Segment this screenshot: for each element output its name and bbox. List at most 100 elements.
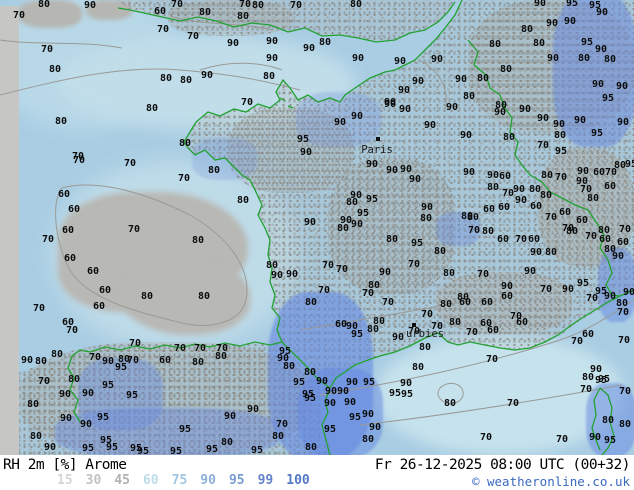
humidity-value-label: 60: [483, 205, 495, 215]
humidity-value-label: 95: [577, 279, 589, 289]
humidity-value-label: 80: [35, 357, 47, 367]
humidity-value-label: 95: [179, 425, 191, 435]
humidity-value-label: 90: [398, 86, 410, 96]
humidity-value-label: 90: [487, 171, 499, 181]
humidity-value-label: 60: [497, 235, 509, 245]
humidity-value-label: 90: [300, 148, 312, 158]
humidity-value-label: 80: [367, 325, 379, 335]
humidity-value-label: 90: [334, 118, 346, 128]
humidity-value-label: 70: [382, 298, 394, 308]
humidity-value-label: 95: [324, 425, 336, 435]
humidity-value-label: 80: [540, 191, 552, 201]
city-marker: [376, 137, 380, 141]
humidity-value-label: 80: [160, 74, 172, 84]
humidity-value-label: 90: [574, 116, 586, 126]
city-label: Paris: [361, 145, 393, 156]
humidity-value-label: 90: [421, 203, 433, 213]
humidity-value-label: 90: [227, 39, 239, 49]
humidity-value-label: 60: [58, 190, 70, 200]
humidity-value-label: 60: [530, 202, 542, 212]
humidity-value-label: 90: [325, 387, 337, 397]
humidity-value-label: 60: [604, 182, 616, 192]
humidity-value-label: 90: [59, 390, 71, 400]
humidity-value-label: 60: [62, 226, 74, 236]
humidity-value-label: 60: [487, 326, 499, 336]
humidity-value-label: 90: [80, 420, 92, 430]
humidity-value-label: 70: [73, 156, 85, 166]
humidity-value-label: 70: [507, 399, 519, 409]
humidity-value-label: 70: [33, 304, 45, 314]
humidity-value-label: 90: [534, 0, 546, 9]
humidity-value-label: 70: [477, 270, 489, 280]
humidity-value-label: 80: [533, 39, 545, 49]
humidity-value-label: 80: [619, 420, 631, 430]
humidity-value-label: 90: [617, 118, 629, 128]
humidity-value-label: 70: [66, 326, 78, 336]
humidity-value-label: 70: [174, 344, 186, 354]
humidity-value-label: 70: [290, 1, 302, 11]
humidity-value-label: 80: [482, 227, 494, 237]
humidity-value-label: 70: [580, 385, 592, 395]
humidity-value-label: 90: [399, 105, 411, 115]
humidity-value-label: 80: [192, 236, 204, 246]
humidity-value-label: 80: [27, 400, 39, 410]
humidity-value-label: 90: [589, 433, 601, 443]
humidity-value-label: 80: [487, 183, 499, 193]
humidity-value-label: 80: [350, 0, 362, 10]
humidity-value-label: 80: [49, 65, 61, 75]
humidity-value-label: 60: [582, 330, 594, 340]
humidity-value-label: 80: [587, 194, 599, 204]
humidity-value-label: 90: [386, 166, 398, 176]
humidity-value-label: 90: [612, 252, 624, 262]
legend-value: 30: [86, 474, 102, 487]
humidity-value-label: 95: [389, 389, 401, 399]
legend-value: 100: [286, 474, 309, 487]
humidity-value-label: 70: [619, 225, 631, 235]
humidity-value-label: 60: [498, 203, 510, 213]
humidity-value-label: 60: [459, 298, 471, 308]
humidity-value-label: 90: [247, 405, 259, 415]
humidity-value-label: 70: [13, 11, 25, 21]
humidity-value-label: 90: [60, 414, 72, 424]
humidity-value-label: 90: [455, 75, 467, 85]
humidity-value-label: 90: [392, 333, 404, 343]
humidity-value-label: 90: [412, 77, 424, 87]
humidity-value-label: 90: [596, 8, 608, 18]
humidity-value-label: 80: [221, 438, 233, 448]
humidity-value-label: 60: [528, 235, 540, 245]
humidity-value-label: 90: [379, 268, 391, 278]
humidity-value-label: 70: [586, 294, 598, 304]
humidity-value-label: 70: [336, 265, 348, 275]
humidity-value-label: 80: [305, 443, 317, 453]
humidity-value-label: 90: [513, 185, 525, 195]
humidity-value-label: 70: [468, 226, 480, 236]
humidity-value-label: 70: [318, 286, 330, 296]
humidity-value-label: 90: [362, 410, 374, 420]
humidity-value-label: 80: [461, 212, 473, 222]
humidity-value-label: 80: [386, 235, 398, 245]
humidity-value-label: 95: [293, 378, 305, 388]
humidity-value-label: 60: [64, 254, 76, 264]
humidity-value-label: 80: [598, 226, 610, 236]
humidity-value-label: 80: [440, 300, 452, 310]
humidity-value-label: 90: [524, 267, 536, 277]
humidity-value-label: 95: [251, 446, 263, 455]
humidity-value-label: 90: [400, 379, 412, 389]
humidity-value-label: 70: [480, 433, 492, 443]
weather-map-app: 8090706070807080708070707080909090809090…: [0, 0, 634, 490]
humidity-value-label: 95: [555, 147, 567, 157]
copyright-link[interactable]: © weatheronline.co.uk: [472, 474, 630, 489]
humidity-value-label: 60: [99, 286, 111, 296]
humidity-value-label: 70: [571, 337, 583, 347]
humidity-value-label: 60: [593, 168, 605, 178]
humidity-value-label: 80: [420, 214, 432, 224]
humidity-value-label: 60: [516, 318, 528, 328]
humidity-value-label: 60: [481, 298, 493, 308]
humidity-value-label: 80: [449, 318, 461, 328]
humidity-value-label: 70: [241, 98, 253, 108]
humidity-value-label: 90: [592, 80, 604, 90]
humidity-value-label: 95: [591, 129, 603, 139]
humidity-value-label: 80: [180, 76, 192, 86]
humidity-value-label: 80: [578, 54, 590, 64]
humidity-value-label: 90: [102, 357, 114, 367]
